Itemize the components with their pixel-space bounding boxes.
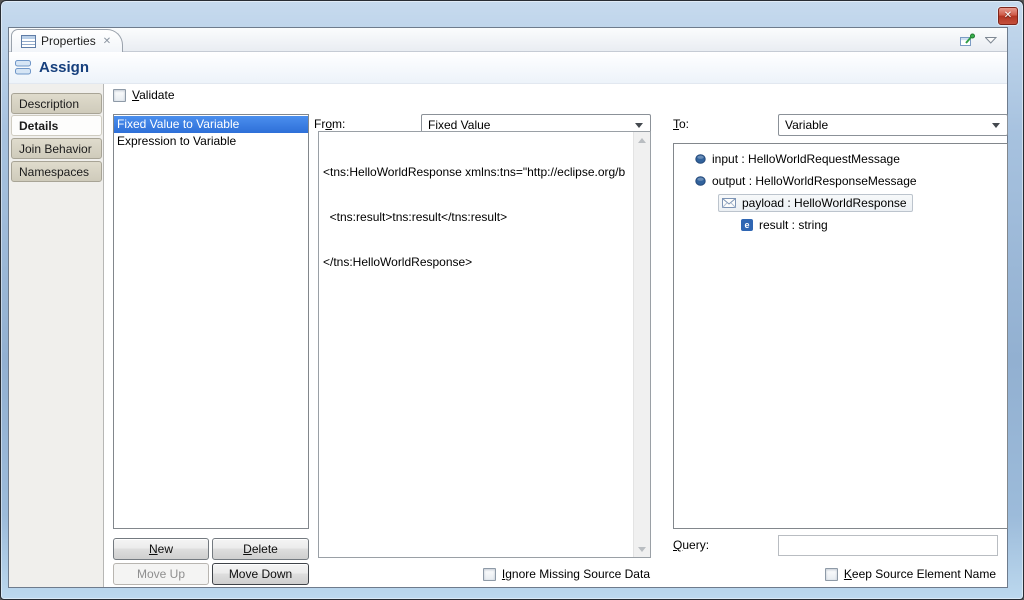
- from-label: From:: [314, 117, 345, 131]
- sidebar-item-label: Join Behavior: [19, 142, 92, 156]
- keep-source-element-label: Keep Source Element Name: [844, 567, 996, 581]
- sidebar-item-details[interactable]: Details: [11, 115, 102, 136]
- variable-tree[interactable]: input : HelloWorldRequestMessage output …: [673, 143, 1008, 529]
- tree-item-label: output : HelloWorldResponseMessage: [712, 174, 917, 188]
- tree-item-output[interactable]: output : HelloWorldResponseMessage: [674, 170, 1007, 192]
- view-menu-chevron-icon: [985, 37, 997, 44]
- pin-view-button[interactable]: [959, 33, 976, 48]
- details-page: Description Details Join Behavior Namesp…: [9, 84, 1007, 587]
- list-item[interactable]: Fixed Value to Variable: [114, 116, 308, 133]
- validate-row: Validate: [113, 88, 175, 102]
- properties-window: ✕: [0, 0, 1024, 600]
- tree-item-label: payload : HelloWorldResponse: [742, 196, 907, 210]
- xsd-element-icon: e: [741, 219, 753, 231]
- validate-label: Validate: [132, 88, 175, 102]
- scroll-up-icon[interactable]: [634, 132, 650, 148]
- properties-view: Properties ✕ Assign Description Details …: [8, 27, 1008, 588]
- properties-view-icon: [21, 35, 36, 48]
- assign-activity-icon: [15, 60, 32, 75]
- page-title: Assign: [39, 59, 89, 76]
- sidebar-item-namespaces[interactable]: Namespaces: [11, 161, 102, 182]
- view-menu-button[interactable]: [985, 37, 997, 44]
- list-item[interactable]: Expression to Variable: [114, 133, 308, 150]
- to-type-dropdown[interactable]: Variable: [778, 114, 1008, 136]
- tab-close-icon[interactable]: ✕: [103, 36, 111, 47]
- keep-source-element-row: Keep Source Element Name: [825, 567, 996, 581]
- sidebar-item-description[interactable]: Description: [11, 93, 102, 114]
- sidebar-item-label: Details: [19, 119, 58, 133]
- tree-item-payload[interactable]: payload : HelloWorldResponse: [674, 192, 1007, 214]
- move-down-button[interactable]: Move Down: [212, 563, 309, 585]
- ignore-missing-source-checkbox[interactable]: [483, 568, 496, 581]
- scroll-down-icon[interactable]: [634, 541, 650, 557]
- move-up-button: Move Up: [113, 563, 209, 585]
- tab-properties[interactable]: Properties ✕: [11, 29, 123, 52]
- view-tab-bar: [9, 28, 1007, 52]
- keep-source-element-checkbox[interactable]: [825, 568, 838, 581]
- new-button[interactable]: New: [113, 538, 209, 560]
- to-type-value: Variable: [785, 118, 828, 132]
- tree-item-label: result : string: [759, 218, 828, 232]
- variable-icon: [695, 154, 706, 164]
- fixed-value-textarea[interactable]: <tns:HelloWorldResponse xmlns:tns="http:…: [318, 131, 651, 558]
- tree-item-input[interactable]: input : HelloWorldRequestMessage: [674, 148, 1007, 170]
- sidebar-item-join-behavior[interactable]: Join Behavior: [11, 138, 102, 159]
- ignore-missing-source-row: Ignore Missing Source Data: [483, 567, 650, 581]
- ignore-missing-source-label: Ignore Missing Source Data: [502, 567, 650, 581]
- from-type-value: Fixed Value: [428, 118, 490, 132]
- form-header: Assign: [9, 52, 1007, 84]
- fixed-value-text: <tns:HelloWorldResponse xmlns:tns="http:…: [323, 135, 630, 554]
- window-close-button[interactable]: ✕: [998, 7, 1018, 25]
- property-tab-rail: Description Details Join Behavior Namesp…: [9, 84, 104, 587]
- delete-button[interactable]: Delete: [212, 538, 309, 560]
- sidebar-item-label: Description: [19, 97, 79, 111]
- dropdown-arrow-icon: [992, 123, 1000, 132]
- sidebar-item-label: Namespaces: [19, 165, 89, 179]
- textarea-scrollbar[interactable]: [633, 132, 650, 557]
- tree-item-result[interactable]: e result : string: [674, 214, 1007, 236]
- to-label: To:: [673, 117, 689, 131]
- query-input[interactable]: [778, 535, 998, 556]
- tree-selection-box: payload : HelloWorldResponse: [718, 194, 913, 212]
- variable-icon: [695, 176, 706, 186]
- pin-icon: [959, 33, 976, 48]
- copy-rules-list[interactable]: Fixed Value to Variable Expression to Va…: [113, 114, 309, 529]
- message-part-icon: [722, 198, 736, 208]
- tree-item-label: input : HelloWorldRequestMessage: [712, 152, 900, 166]
- query-label: Query:: [673, 538, 709, 552]
- tab-title: Properties: [41, 34, 96, 48]
- validate-checkbox[interactable]: [113, 89, 126, 102]
